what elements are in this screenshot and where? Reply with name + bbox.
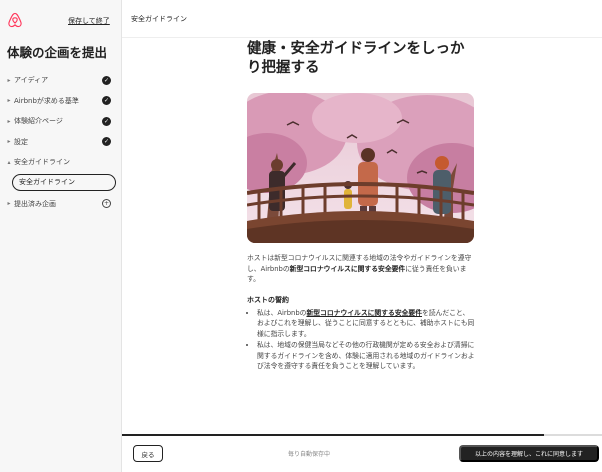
sidebar-title: 体験の企画を提出 bbox=[7, 45, 108, 60]
page-section-title: 安全ガイドライン bbox=[131, 14, 187, 23]
agree-button[interactable]: 以上の内容を理解し、これに同意します bbox=[459, 445, 599, 462]
intro-paragraph: ホストは新型コロナウイルスに関連する地域の法令やガイドラインを遵守し、Airbn… bbox=[247, 253, 475, 285]
chevron-right-icon: ▸ bbox=[7, 117, 11, 125]
pledge-item: 私は、Airbnbの新型コロナウイルスに関する安全要件を読んだこと、およびこれを… bbox=[257, 308, 475, 340]
save-and-exit-link[interactable]: 保存して終了 bbox=[68, 16, 110, 26]
sidebar-item-label: 提出済み企画 bbox=[14, 199, 56, 208]
check-circle-icon: ✓ bbox=[102, 75, 111, 85]
content-column: 健康・安全ガイドラインをしっかり把握する ホストは新型コロナウイルスに関連する地… bbox=[247, 40, 475, 373]
sidebar-item-idea[interactable]: ▸ アイディア ✓ bbox=[0, 70, 122, 91]
sidebar-item-label: 設定 bbox=[14, 137, 28, 146]
top-bar: 安全ガイドライン bbox=[122, 0, 602, 38]
sidebar-item-standards[interactable]: ▸ Airbnbが求める基準 ✓ bbox=[0, 91, 122, 112]
chevron-right-icon: ▸ bbox=[7, 200, 11, 208]
main-panel: 安全ガイドライン 健康・安全ガイドラインをしっかり把握する ホストは新型コロナウ… bbox=[122, 0, 602, 472]
sidebar-item-safety-guidelines[interactable]: ▴ 安全ガイドライン bbox=[0, 152, 122, 173]
sidebar-subitem-safety-guidelines-active[interactable]: 安全ガイドライン bbox=[12, 173, 116, 191]
safety-requirements-link[interactable]: 新型コロナウイルスに関する安全要件 bbox=[306, 309, 422, 317]
sidebar-item-label: 安全ガイドライン bbox=[14, 158, 70, 167]
pledge-text: 私は、Airbnbの bbox=[257, 308, 307, 317]
sidebar-item-submitted[interactable]: ▸ 提出済み企画 + bbox=[0, 194, 122, 215]
hosts-on-bridge-illustration bbox=[247, 93, 474, 243]
plus-circle-icon: + bbox=[102, 199, 111, 209]
sidebar: 保存して終了 体験の企画を提出 ▸ アイディア ✓ ▸ Airbnbが求める基準… bbox=[0, 0, 122, 472]
safety-requirements-link[interactable]: 新型コロナウイルスに関する安全要件 bbox=[290, 265, 406, 273]
host-pledge-heading: ホストの誓約 bbox=[247, 295, 289, 304]
chevron-right-icon: ▸ bbox=[7, 76, 11, 84]
sidebar-item-label: Airbnbが求める基準 bbox=[14, 96, 79, 105]
sidebar-item-label: アイディア bbox=[14, 76, 49, 85]
check-circle-icon: ✓ bbox=[102, 137, 111, 147]
step-list: ▸ アイディア ✓ ▸ Airbnbが求める基準 ✓ ▸ 体験紹介ページ ✓ ▸… bbox=[0, 70, 122, 214]
autosave-status: 毎り自動保存中 bbox=[288, 451, 331, 458]
check-circle-icon: ✓ bbox=[102, 96, 111, 106]
app-window: 保存して終了 体験の企画を提出 ▸ アイディア ✓ ▸ Airbnbが求める基準… bbox=[0, 0, 602, 472]
sidebar-item-experience-page[interactable]: ▸ 体験紹介ページ ✓ bbox=[0, 111, 122, 132]
chevron-right-icon: ▸ bbox=[7, 138, 11, 146]
sidebar-item-settings[interactable]: ▸ 設定 ✓ bbox=[0, 132, 122, 153]
pledge-item: 私は、地域の保健当局などその他の行政機関が定める安全および清掃に関するガイドライ… bbox=[257, 340, 475, 372]
chevron-down-icon: ▴ bbox=[7, 158, 11, 166]
back-button[interactable]: 戻る bbox=[133, 445, 163, 462]
page-heading: 健康・安全ガイドラインをしっかり把握する bbox=[247, 41, 465, 76]
chevron-right-icon: ▸ bbox=[7, 97, 11, 105]
airbnb-logo-icon[interactable] bbox=[8, 12, 22, 28]
sidebar-item-label: 体験紹介ページ bbox=[14, 117, 63, 126]
footer-bar: 戻る 毎り自動保存中 以上の内容を理解し、これに同意します bbox=[122, 436, 602, 472]
pledge-list: 私は、Airbnbの新型コロナウイルスに関する安全要件を読んだこと、およびこれを… bbox=[247, 308, 475, 372]
check-circle-icon: ✓ bbox=[102, 116, 111, 126]
